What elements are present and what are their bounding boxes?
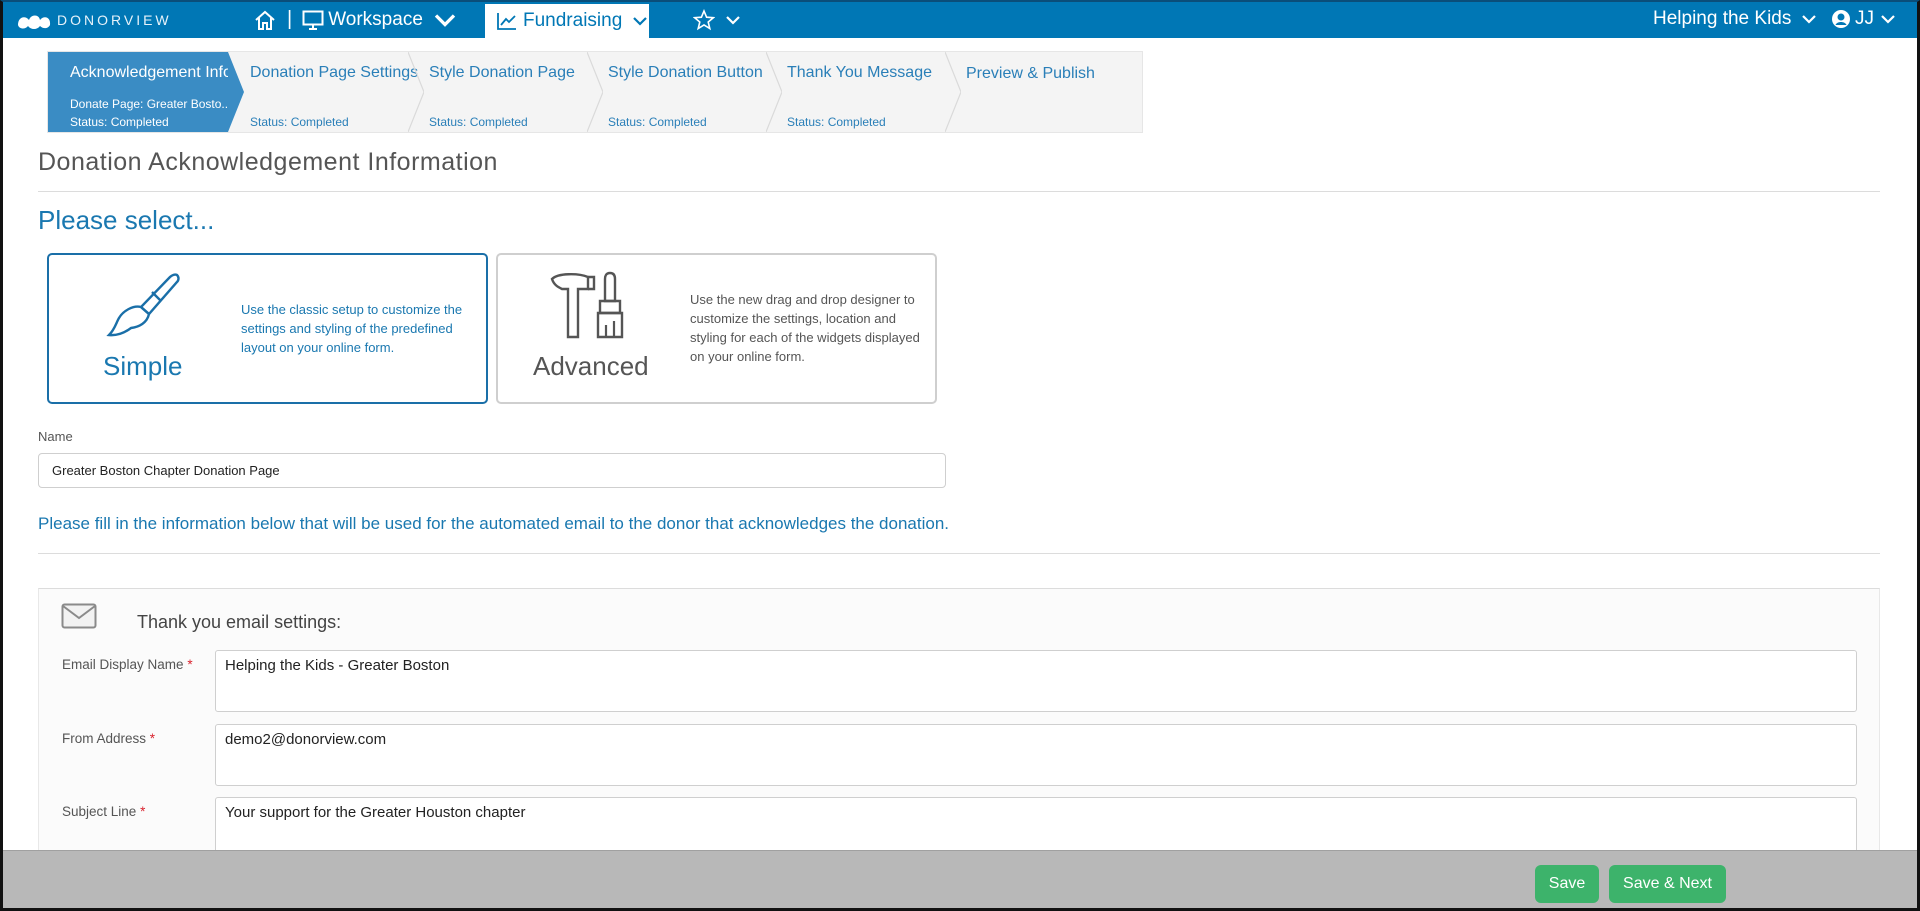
from-address-input[interactable]: demo2@donorview.com bbox=[215, 724, 1857, 786]
name-input[interactable] bbox=[38, 453, 946, 488]
step-style-donation-button[interactable]: Style Donation Button Status: Completed bbox=[586, 52, 766, 132]
divider bbox=[38, 191, 1880, 192]
step-title: Preview & Publish bbox=[966, 65, 1095, 82]
from-address-label: From Address * bbox=[62, 731, 155, 746]
logo-icon bbox=[18, 15, 51, 29]
window-edge-line bbox=[1421, 908, 1920, 910]
nav-fundraising-tab[interactable]: Fundraising bbox=[485, 4, 649, 38]
donorview-logo[interactable]: DONORVIEW bbox=[15, 9, 172, 31]
chevron-down-icon bbox=[633, 17, 648, 26]
subject-line-label: Subject Line * bbox=[62, 804, 145, 819]
step-donation-page-settings[interactable]: Donation Page Settings Status: Completed bbox=[228, 52, 418, 132]
nav-home-group: | Workspace bbox=[253, 8, 457, 31]
field-label-text: From Address bbox=[62, 731, 147, 746]
step-title: Thank You Message bbox=[787, 64, 932, 81]
simple-option-card[interactable]: Simple Use the classic setup to customiz… bbox=[47, 253, 488, 404]
wizard-steps: Acknowledgement Info Donate Page: Greate… bbox=[47, 51, 1143, 133]
chevron-down-icon bbox=[434, 13, 456, 27]
step-title: Style Donation Button bbox=[608, 64, 763, 81]
divider bbox=[38, 553, 1880, 554]
chevron-down-icon bbox=[726, 16, 740, 25]
simple-option-label: Simple bbox=[103, 351, 183, 381]
select-prompt: Please select... bbox=[38, 205, 215, 235]
step-title: Acknowledgement Info bbox=[70, 64, 232, 81]
advanced-option-description: Use the new drag and drop designer to cu… bbox=[690, 292, 920, 364]
organization-name: Helping the Kids bbox=[1653, 8, 1792, 29]
bottom-action-bar: Save Save & Next bbox=[3, 850, 1917, 908]
field-label-text: Email Display Name bbox=[62, 657, 184, 672]
user-initials: JJ bbox=[1855, 8, 1874, 29]
paintbrush-icon bbox=[106, 273, 180, 337]
save-button[interactable]: Save bbox=[1535, 865, 1599, 903]
nav-workspace[interactable]: Workspace bbox=[302, 9, 457, 31]
step-status: Status: Completed bbox=[608, 115, 707, 129]
save-next-button[interactable]: Save & Next bbox=[1609, 865, 1726, 903]
email-info-text: Please fill in the information below tha… bbox=[38, 514, 950, 533]
step-preview-publish[interactable]: Preview & Publish bbox=[944, 52, 1142, 132]
required-marker: * bbox=[140, 804, 146, 819]
step-title: Donation Page Settings bbox=[250, 64, 419, 81]
chevron-down-icon bbox=[1881, 15, 1895, 24]
top-nav-bar: DONORVIEW | Workspace Fundraising Helpin… bbox=[3, 2, 1917, 38]
simple-option-description: Use the classic setup to customize the s… bbox=[241, 302, 463, 355]
step-acknowledgement-info[interactable]: Acknowledgement Info Donate Page: Greate… bbox=[48, 52, 232, 132]
nav-workspace-label: Workspace bbox=[328, 8, 423, 30]
organization-switcher[interactable]: Helping the Kids bbox=[1653, 8, 1817, 30]
hammer-brush-icon bbox=[550, 271, 624, 339]
page-title: Donation Acknowledgement Information bbox=[38, 148, 498, 176]
email-settings-panel: Thank you email settings: Email Display … bbox=[38, 588, 1880, 888]
step-page-name: Donate Page: Greater Bosto... bbox=[70, 97, 232, 111]
nav-separator: | bbox=[287, 8, 293, 30]
user-menu[interactable]: JJ bbox=[1831, 8, 1896, 30]
name-label: Name bbox=[38, 429, 73, 444]
step-status: Status: Completed bbox=[70, 115, 169, 129]
email-settings-title: Thank you email settings: bbox=[137, 612, 342, 632]
required-marker: * bbox=[187, 657, 193, 672]
step-status: Status: Completed bbox=[787, 115, 886, 129]
step-title: Style Donation Page bbox=[429, 64, 575, 81]
email-display-name-input[interactable]: Helping the Kids - Greater Boston bbox=[215, 650, 1857, 712]
field-label-text: Subject Line bbox=[62, 804, 137, 819]
nav-favorites[interactable] bbox=[693, 9, 741, 31]
required-marker: * bbox=[149, 731, 156, 746]
envelope-icon bbox=[61, 603, 97, 629]
star-icon bbox=[693, 9, 715, 31]
step-status: Status: Completed bbox=[429, 115, 528, 129]
advanced-option-card[interactable]: Advanced Use the new drag and drop desig… bbox=[496, 253, 937, 404]
advanced-option-label: Advanced bbox=[533, 351, 649, 381]
chevron-down-icon bbox=[1802, 15, 1817, 24]
step-status: Status: Completed bbox=[250, 115, 349, 129]
home-icon[interactable] bbox=[253, 9, 277, 31]
step-style-donation-page[interactable]: Style Donation Page Status: Completed bbox=[407, 52, 587, 132]
user-avatar-icon bbox=[1832, 10, 1850, 28]
trend-chart-icon bbox=[497, 13, 516, 30]
app-frame: DONORVIEW | Workspace Fundraising Helpin… bbox=[0, 0, 1920, 911]
logo-text: DONORVIEW bbox=[57, 12, 172, 28]
step-thank-you-message[interactable]: Thank You Message Status: Completed bbox=[765, 52, 945, 132]
monitor-icon bbox=[302, 10, 324, 30]
email-display-name-label: Email Display Name * bbox=[62, 657, 193, 672]
nav-fundraising-label: Fundraising bbox=[523, 10, 623, 31]
